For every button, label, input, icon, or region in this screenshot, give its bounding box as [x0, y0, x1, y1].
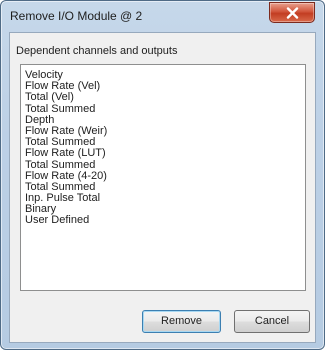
- list-item[interactable]: User Defined: [25, 215, 305, 226]
- dependent-channels-list[interactable]: Velocity Flow Rate (Vel) Total (Vel) Tot…: [20, 64, 306, 291]
- close-button[interactable]: [269, 2, 315, 23]
- dialog-body: Dependent channels and outputs Velocity …: [9, 32, 316, 343]
- dependent-channels-label: Dependent channels and outputs: [16, 45, 178, 57]
- list-item[interactable]: Total Summed: [25, 159, 305, 171]
- cancel-button[interactable]: Cancel: [234, 310, 310, 333]
- remove-button[interactable]: Remove: [142, 310, 221, 333]
- list-item[interactable]: Flow Rate (LUT): [25, 148, 305, 159]
- list-item[interactable]: Total Summed: [25, 103, 305, 115]
- list-item[interactable]: Total (Vel): [25, 92, 305, 103]
- list-item[interactable]: Inp. Pulse Total: [25, 192, 305, 204]
- dialog-window: Remove I/O Module @ 2 Dependent channels…: [0, 0, 325, 350]
- title-bar[interactable]: Remove I/O Module @ 2: [1, 1, 324, 31]
- window-title: Remove I/O Module @ 2: [10, 9, 143, 23]
- close-x-icon: [286, 7, 299, 19]
